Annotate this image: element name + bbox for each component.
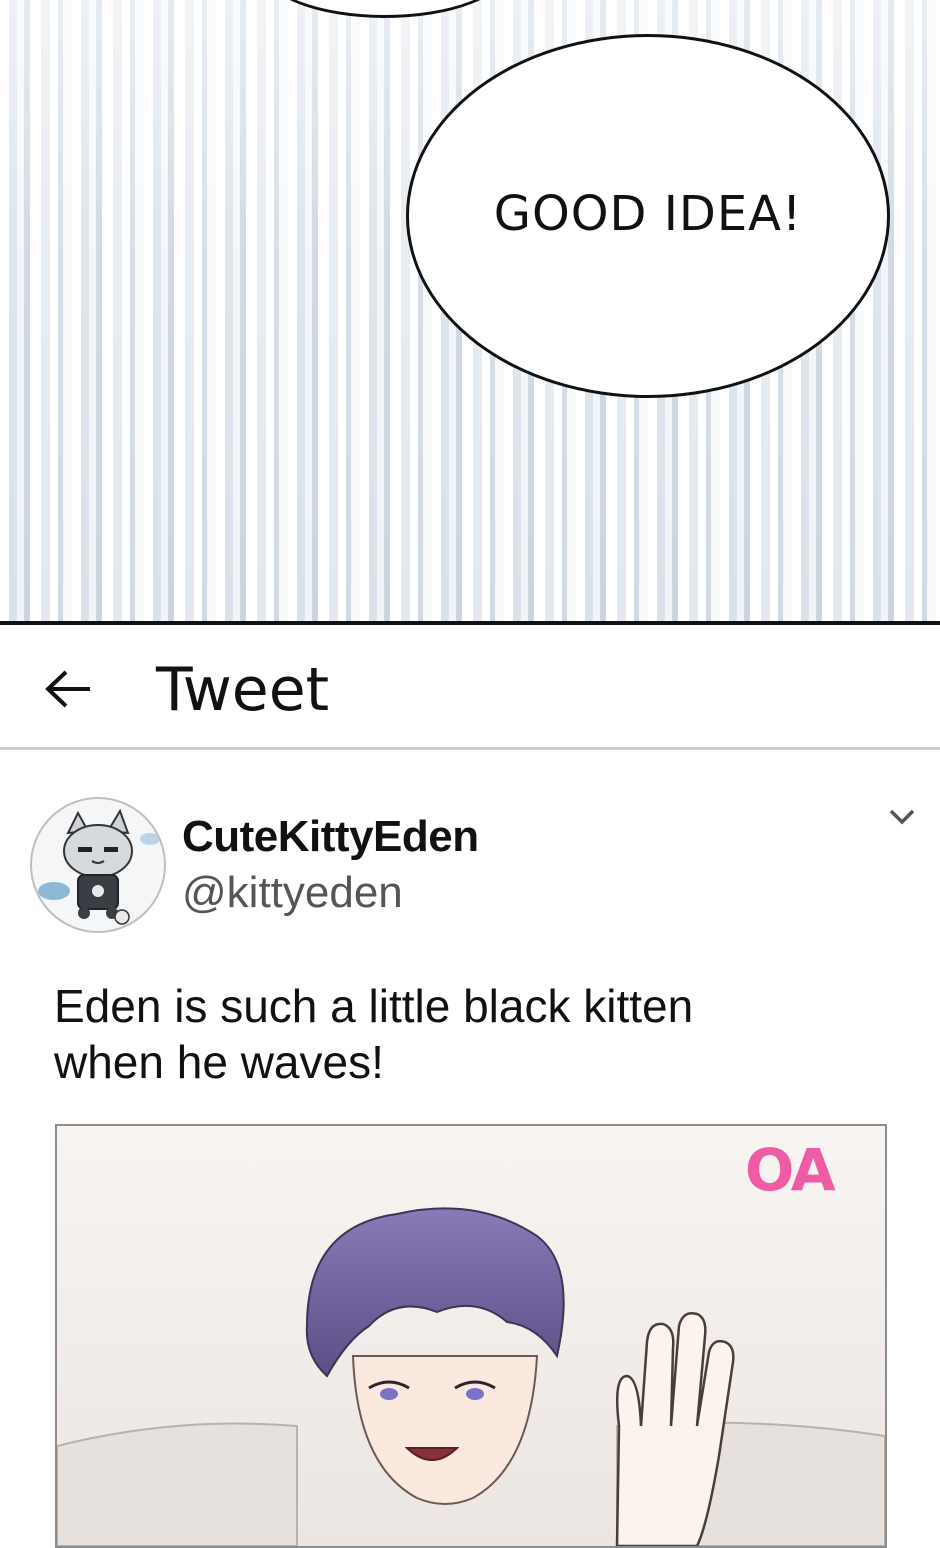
watermark-logo: OA — [745, 1136, 836, 1204]
comic-panel: GOOD IDEA! — [0, 0, 940, 622]
page-title: Tweet — [156, 655, 330, 725]
speech-bubble-text: GOOD IDEA! — [493, 186, 803, 242]
speech-bubble: GOOD IDEA! — [406, 34, 890, 398]
user-handle[interactable]: @kittyeden — [182, 868, 403, 918]
tweet-text-line: when he waves! — [54, 1036, 384, 1088]
avatar[interactable] — [30, 797, 166, 933]
cat-avatar-icon — [36, 803, 160, 927]
tweet-text: Eden is such a little black kitten when … — [54, 978, 814, 1090]
chevron-down-icon[interactable] — [888, 806, 916, 828]
tweet-header: Tweet — [0, 625, 940, 750]
arrow-left-icon[interactable] — [44, 669, 92, 709]
display-name[interactable]: CuteKittyEden — [182, 812, 479, 862]
tweet-text-line: Eden is such a little black kitten — [54, 980, 694, 1032]
